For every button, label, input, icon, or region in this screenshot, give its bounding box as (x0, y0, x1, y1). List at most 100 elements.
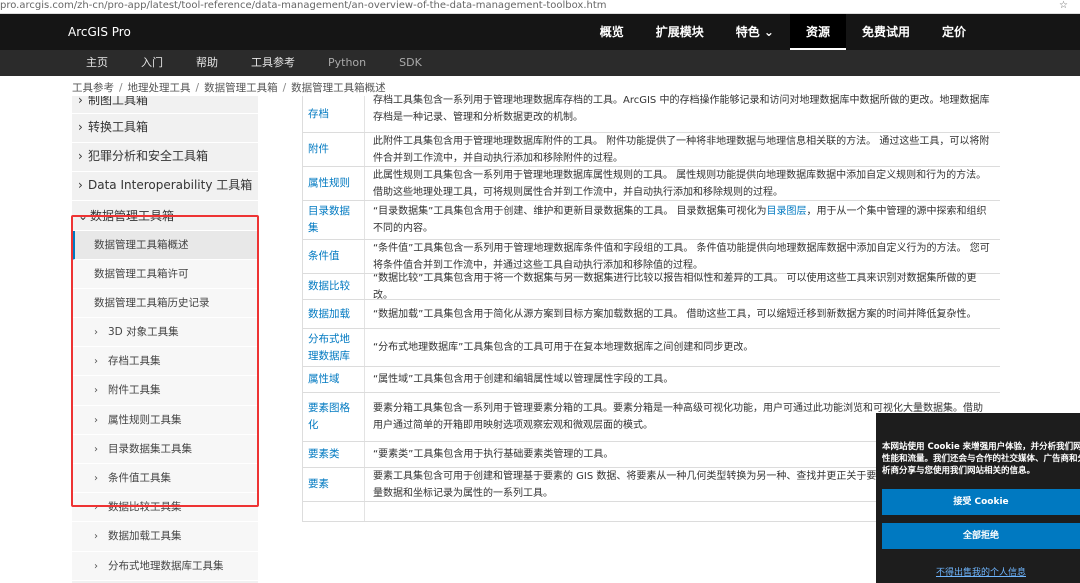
reject-all-button[interactable]: 全部拒绝 (882, 523, 1080, 549)
browser-url-bar[interactable]: pro.arcgis.com/zh-cn/pro-app/latest/tool… (0, 0, 1080, 14)
sidebar-toolset[interactable]: › 分布式地理数据库工具集 (72, 551, 258, 581)
header-nav-item[interactable]: 定价 (926, 14, 982, 50)
sidebar-toolset-label: 数据比较工具集 (108, 501, 182, 514)
table-row: 目录数据集 “目录数据集”工具集包含用于创建、维护和更新目录数据集的工具。 目录数… (303, 201, 1000, 240)
sidebar-toolset[interactable]: › 目录数据集工具集 (72, 434, 258, 464)
toolset-name-link[interactable]: 数据加载 (303, 300, 365, 328)
sidebar-toolset[interactable]: › 数据加载工具集 (72, 522, 258, 552)
sidebar-toolset-label: 3D 对象工具集 (108, 326, 179, 338)
sidebar-item[interactable]: › 制图工具箱 (72, 96, 258, 114)
chevron-down-icon: ⌄ (78, 209, 89, 223)
description-text: “目录数据集”工具集包含用于创建、维护和更新目录数据集的工具。 目录数据集可视化… (373, 203, 992, 237)
header-nav-item[interactable]: 扩展模块 (640, 14, 720, 50)
chevron-right-icon: › (78, 120, 83, 134)
sidebar-item[interactable]: › Data Interoperability 工具箱 (72, 172, 258, 201)
description-text: “数据加载”工具集包含用于简化从源方案到目标方案加载数据的工具。 借助这些工具，… (373, 308, 977, 320)
chevron-right-icon: › (94, 472, 98, 484)
toolset-description: 此属性规则工具集包含一系列用于管理地理数据库属性规则的工具。 属性规则功能提供向… (365, 167, 1000, 200)
table-row: 附件 此附件工具集包含用于管理地理数据库附件的工具。 附件功能提供了一种将非地理数… (303, 133, 1000, 167)
subnav-item[interactable]: SDK (399, 50, 455, 76)
toolset-name-link[interactable]: 存档 (303, 96, 365, 132)
breadcrumb-item[interactable]: 地理处理工具 (128, 82, 191, 94)
sidebar-toolset[interactable]: › 存档工具集 (72, 347, 258, 377)
toolset-description: 此附件工具集包含用于管理地理数据库附件的工具。 附件功能提供了一种将非地理数据与… (365, 133, 1000, 166)
subnav-item[interactable]: 帮助 (196, 50, 251, 76)
description-text: “目录数据集”工具集包含用于创建、维护和更新目录数据集的工具。 目录数据集可视化… (373, 206, 767, 217)
sidebar-toolset[interactable]: › 条件值工具集 (72, 463, 258, 494)
sidebar-toolset-label: 附件工具集 (108, 384, 161, 397)
subnav-item[interactable]: 入门 (141, 50, 196, 76)
toolset-name-link[interactable]: 属性规则 (303, 167, 365, 200)
toolset-name-link[interactable]: 目录数据集 (303, 201, 365, 239)
brand-link[interactable]: ArcGIS Pro (68, 25, 131, 39)
description-text: 此附件工具集包含用于管理地理数据库附件的工具。 附件功能提供了一种将非地理数据与… (373, 135, 990, 164)
breadcrumb-item[interactable]: 数据管理工具箱 (204, 82, 278, 94)
breadcrumb-separator: / (282, 82, 287, 94)
breadcrumb: 工具参考 / 地理处理工具 / 数据管理工具箱 / 数据管理工具箱概述 (72, 80, 386, 95)
sidebar-subpage[interactable]: 数据管理工具箱概述 (72, 231, 258, 260)
header-nav-item[interactable]: 免费试用 (846, 14, 926, 50)
header-nav-item[interactable]: 概览 (584, 14, 640, 50)
header-nav-item[interactable]: 资源 (789, 14, 846, 50)
chevron-right-icon: › (94, 327, 98, 338)
sidebar-toc: › 制图工具箱 › 转换工具箱 › 犯罪分析和安全工具箱 › Data Interoperab… (72, 96, 258, 583)
sidebar-toolset-label: 目录数据集工具集 (108, 442, 192, 455)
sidebar-toolset[interactable]: › 属性规则工具集 (72, 405, 258, 435)
sidebar-toolset-label: 条件值工具集 (108, 471, 171, 484)
toolset-name-link[interactable]: 要素类 (303, 442, 365, 467)
toolset-name-link[interactable]: 分布式地理数据库 (303, 329, 365, 366)
sidebar-item[interactable]: › 犯罪分析和安全工具箱 (72, 143, 258, 172)
sidebar-toolset[interactable]: › 附件工具集 (72, 376, 258, 406)
description-text: “属性域”工具集包含用于创建和编辑属性域以管理属性字段的工具。 (373, 374, 674, 385)
toolset-name-link[interactable]: 条件值 (303, 240, 365, 273)
table-row: 属性规则 此属性规则工具集包含一系列用于管理地理数据库属性规则的工具。 属性规则功… (303, 167, 1000, 201)
top-navigation: ArcGIS Pro 概览 扩展模块 特色 ⌄ 资源 免费试用 定价 (0, 14, 1080, 50)
sidebar-subpage[interactable]: 数据管理工具箱历史记录 (72, 289, 258, 318)
header-nav: 概览 扩展模块 特色 ⌄ 资源 免费试用 定价 (584, 14, 982, 50)
sidebar-item[interactable]: › 转换工具箱 (72, 114, 258, 143)
toolset-description: “分布式地理数据库”工具集包含的工具可用于在复本地理数据库之间创建和同步更改。 (365, 329, 1000, 366)
chevron-right-icon: › (94, 443, 98, 455)
toolset-description: “目录数据集”工具集包含用于创建、维护和更新目录数据集的工具。 目录数据集可视化… (365, 201, 1000, 239)
toolset-name-link[interactable] (303, 502, 365, 521)
subnav-item[interactable]: Python (328, 50, 399, 76)
table-row: 属性域 “属性域”工具集包含用于创建和编辑属性域以管理属性字段的工具。 (303, 367, 1000, 393)
header-nav-item[interactable]: 特色 ⌄ (720, 14, 790, 50)
sidebar-item-label: 数据管理工具箱 (90, 209, 175, 223)
sidebar-subpage[interactable]: 数据管理工具箱许可 (72, 260, 258, 289)
chevron-right-icon: › (94, 502, 98, 514)
breadcrumb-item[interactable]: 工具参考 (72, 82, 114, 94)
cookie-banner: 本网站使用 Cookie 来增强用户体验，并分析我们网站的 性能和流量。我们还会… (876, 413, 1080, 583)
sidebar-toolset[interactable]: › 3D 对象工具集 (72, 318, 258, 348)
description-text: 此属性规则工具集包含一系列用于管理地理数据库属性规则的工具。 属性规则功能提供向… (373, 169, 987, 198)
toolset-description: 存档工具集包含一系列用于管理地理数据库存档的工具。ArcGIS 中的存档操作能够… (365, 92, 1000, 132)
cookie-text: 本网站使用 Cookie 来增强用户体验，并分析我们网站的 性能和流量。我们还会… (882, 442, 1080, 476)
table-row: 数据加载 “数据加载”工具集包含用于简化从源方案到目标方案加载数据的工具。 借助这… (303, 300, 1000, 329)
sidebar-item-open[interactable]: ⌄ 数据管理工具箱 (72, 201, 258, 231)
accept-cookie-button[interactable]: 接受 Cookie (882, 489, 1080, 515)
catalog-layer-link[interactable]: 目录图层 (767, 206, 807, 217)
sidebar-toolset[interactable]: › 数据比较工具集 (72, 493, 258, 523)
sidebar-item-label: 犯罪分析和安全工具箱 (88, 149, 209, 163)
chevron-right-icon: › (94, 414, 98, 426)
do-not-sell-link[interactable]: 不得出售我的个人信息 (882, 565, 1080, 578)
toolset-name-link[interactable]: 数据比较 (303, 274, 365, 299)
table-row: 数据比较 “数据比较”工具集包含用于将一个数据集与另一数据集进行比较以报告相似性和… (303, 273, 1000, 301)
toolset-description: “属性域”工具集包含用于创建和编辑属性域以管理属性字段的工具。 (365, 367, 1000, 392)
chevron-right-icon: › (94, 385, 98, 397)
sidebar-item-label: 制图工具箱 (88, 96, 149, 107)
toolset-description: “数据加载”工具集包含用于简化从源方案到目标方案加载数据的工具。 借助这些工具，… (365, 300, 1000, 328)
sidebar-toolset-label: 数据加载工具集 (108, 530, 182, 543)
subnav-item[interactable]: 工具参考 (251, 50, 328, 76)
toolset-name-link[interactable]: 属性域 (303, 367, 365, 392)
description-text: “要素类”工具集包含用于执行基础要素类管理的工具。 (373, 449, 614, 460)
description-text: “数据比较”工具集包含用于将一个数据集与另一数据集进行比较以报告相似性和差异的工… (373, 272, 977, 301)
table-row: 存档 存档工具集包含一系列用于管理地理数据库存档的工具。ArcGIS 中的存档操作… (303, 95, 1000, 133)
product-subnav: 主页 入门 帮助 工具参考 Python SDK (0, 50, 1080, 76)
bookmark-icon[interactable]: ☆ (1059, 0, 1068, 12)
toolset-name-link[interactable]: 要素图格化 (303, 393, 365, 441)
toolset-name-link[interactable]: 要素 (303, 468, 365, 501)
subnav-item[interactable]: 主页 (86, 50, 141, 76)
toolset-name-link[interactable]: 附件 (303, 133, 365, 166)
breadcrumb-separator: / (119, 82, 123, 94)
